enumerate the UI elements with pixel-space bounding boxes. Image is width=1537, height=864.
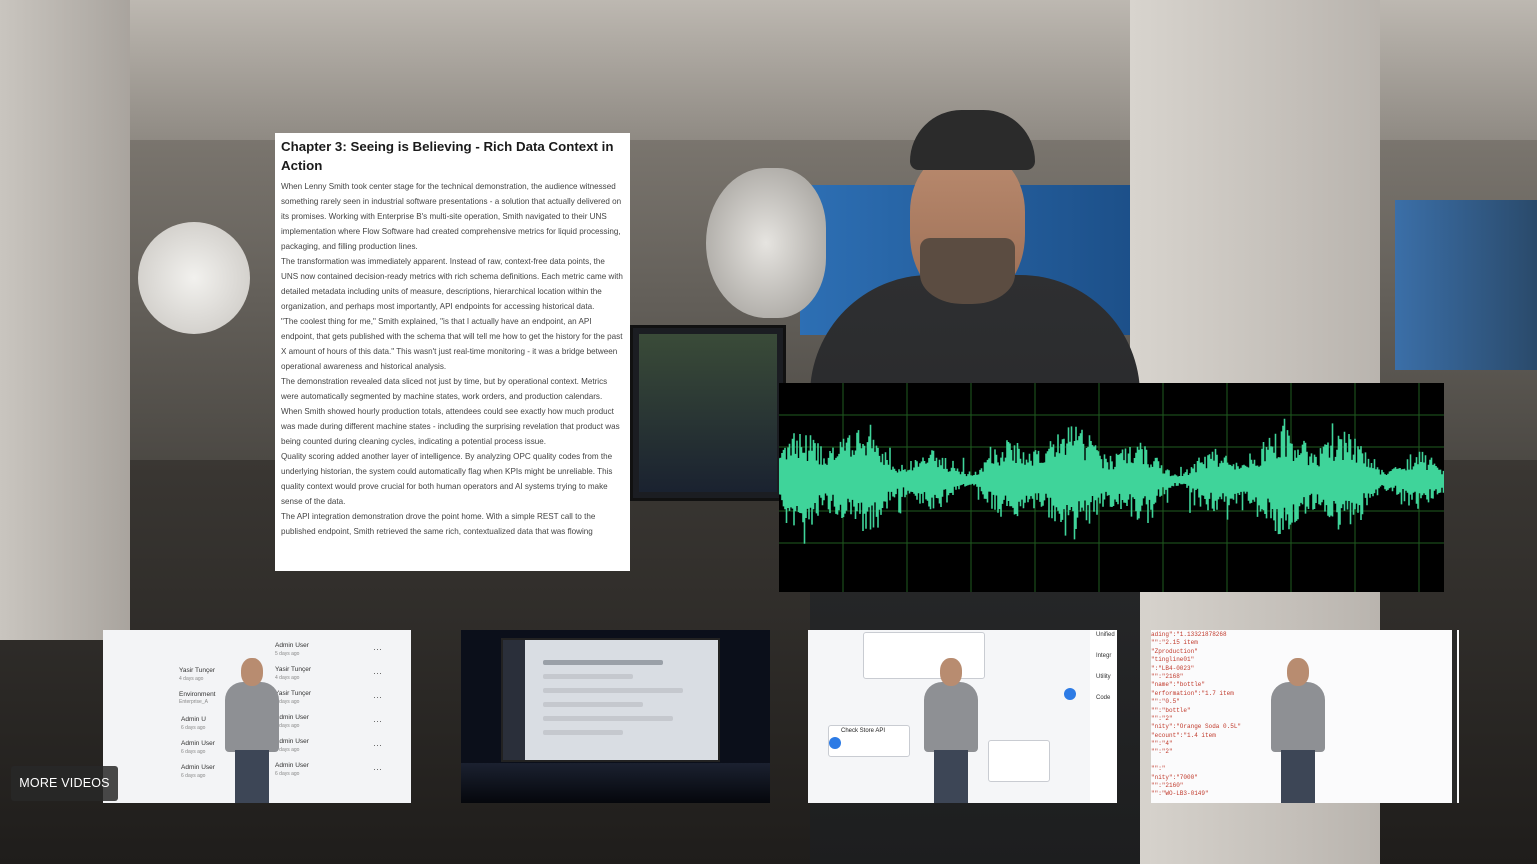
stage-screen	[501, 638, 720, 762]
paragraph: Quality scoring added another layer of i…	[281, 452, 613, 506]
side-item: Utility	[1096, 674, 1111, 680]
code-line: "":"WO-LB3-0149"	[1151, 790, 1209, 798]
speaker	[1267, 658, 1327, 803]
code-view: ading":"1.13321878268 "":"2.15 item "Zprod…	[1151, 630, 1281, 798]
side-item: Integr	[1096, 653, 1112, 659]
paragraph: "The coolest thing for me," Smith explai…	[281, 317, 623, 371]
video-thumbnail-4[interactable]: ading":"1.13321878268 "":"2.15 item "Zprod…	[1151, 630, 1459, 803]
waveform-trace	[779, 418, 1444, 544]
left-label: Admin U	[181, 716, 206, 723]
code-line: "nity":"Orange Soda 0.5L"	[1151, 723, 1242, 731]
video-thumbnail-3[interactable]: Check Store API Unified Integr Utility C…	[808, 630, 1117, 803]
side-item: Code	[1096, 695, 1111, 701]
left-label: Admin User	[181, 764, 215, 771]
flow-node-title: Check Store API	[841, 728, 886, 734]
scrollbar	[1452, 630, 1457, 803]
paragraph: The demonstration revealed data sliced n…	[281, 377, 620, 446]
code-line: "Zproduction"	[1151, 647, 1198, 655]
left-label: 6 days ago	[181, 749, 206, 755]
flow-node	[988, 740, 1050, 782]
list-item-time: 5 days ago	[275, 651, 300, 657]
code-line: "":"2.15 item	[1151, 639, 1198, 647]
code-line: "":"4"	[1151, 740, 1173, 748]
speaker	[920, 658, 980, 803]
code-line: "":"2168"	[1151, 672, 1184, 680]
code-line: "":"bottle"	[1151, 706, 1191, 714]
chapter-title: Chapter 3: Seeing is Believing - Rich Da…	[281, 139, 614, 173]
camera-monitor	[630, 325, 786, 501]
code-line: "erformation":"1.7 item	[1151, 689, 1234, 697]
cap	[910, 110, 1035, 170]
code-line: ading":"1.13321878268	[1151, 631, 1227, 638]
left-label: Environment	[179, 691, 216, 698]
paragraph: When Lenny Smith took center stage for t…	[281, 182, 622, 251]
code-line: "":"2"	[1151, 748, 1173, 756]
left-label: Admin User	[181, 740, 215, 747]
more-options-icon[interactable]: ⋯	[373, 716, 382, 727]
speaker	[221, 658, 281, 803]
waveform-graphic	[779, 383, 1444, 592]
softbox-light	[138, 222, 250, 334]
code-line: "nity":"7000"	[1151, 773, 1198, 781]
left-label: 6 days ago	[181, 773, 206, 779]
code-line: "":"2160"	[1151, 782, 1184, 790]
more-videos-button[interactable]: MORE VIDEOS	[11, 766, 118, 801]
code-line: "ecount":"1.4 item	[1151, 731, 1216, 739]
more-options-icon[interactable]: ⋯	[373, 668, 382, 679]
more-options-icon[interactable]: ⋯	[373, 692, 382, 703]
left-label: Yasir Tunçer	[179, 667, 216, 674]
paragraph: The transformation was immediately appar…	[281, 257, 623, 311]
audio-waveform	[779, 383, 1444, 592]
paragraph: The API integration demonstration drove …	[281, 512, 596, 536]
code-line: "tingline01"	[1151, 656, 1195, 664]
code-line: "name":"bottle"	[1151, 681, 1206, 689]
stage-floor	[461, 763, 770, 803]
video-thumbnail-1[interactable]: Admin User 5 days ago ⋯ Yasir Tunçer 4 days …	[103, 630, 411, 803]
pillar-left	[0, 0, 130, 640]
chapter-document: Chapter 3: Seeing is Believing - Rich Da…	[275, 133, 630, 571]
code-line: "":"	[1151, 765, 1166, 773]
side-panel: Unified Integr Utility Code	[1090, 630, 1117, 803]
more-options-icon[interactable]: ⋯	[373, 764, 382, 775]
check-icon	[1064, 688, 1076, 700]
booth-backdrop-right	[1395, 200, 1537, 370]
side-item: Unified	[1096, 632, 1115, 638]
code-line: ":"LB4-0023"	[1151, 664, 1195, 672]
check-icon	[829, 737, 841, 749]
video-thumbnail-2[interactable]	[461, 630, 770, 803]
list-item-name: Admin User	[275, 642, 309, 649]
code-line: "":"0.5"	[1151, 698, 1180, 706]
left-label: Enterprise_A	[179, 699, 208, 705]
left-label: 6 days ago	[181, 725, 206, 731]
more-options-icon[interactable]: ⋯	[373, 740, 382, 751]
more-options-icon[interactable]: ⋯	[373, 644, 382, 655]
umbrella-light	[706, 168, 826, 318]
code-line: "":"2"	[1151, 714, 1173, 722]
left-label: 4 days ago	[179, 676, 204, 682]
